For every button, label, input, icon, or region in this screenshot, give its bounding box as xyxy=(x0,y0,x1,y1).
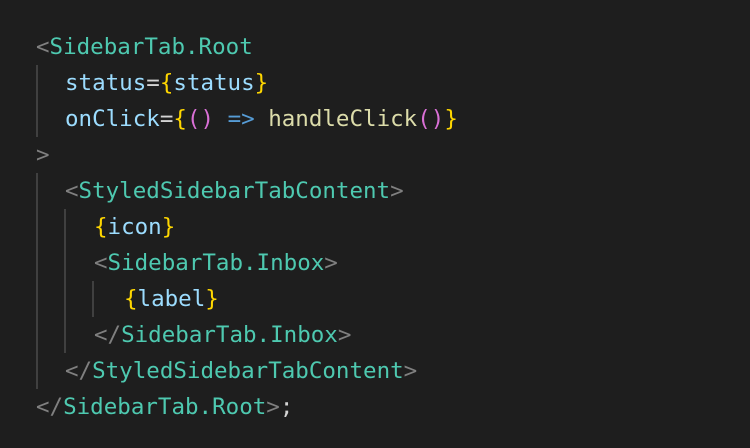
code-line-8[interactable]: {label} xyxy=(124,281,219,317)
tag-close-bracket: > xyxy=(36,142,50,168)
brace-open: { xyxy=(124,286,138,312)
component-name: StyledSidebarTabContent xyxy=(78,178,391,204)
variable-name: status xyxy=(173,70,255,96)
tag-open-bracket: < xyxy=(65,178,79,204)
brace-open: { xyxy=(173,106,187,132)
tag-close-bracket: > xyxy=(324,250,338,276)
paren-close: ) xyxy=(200,106,215,132)
paren-open: ( xyxy=(186,106,201,132)
tag-open-bracket: </ xyxy=(94,322,122,348)
variable-name: label xyxy=(137,286,206,312)
attribute-name: onClick xyxy=(65,106,160,132)
tag-open-bracket: < xyxy=(36,34,50,60)
code-line-6[interactable]: {icon} xyxy=(94,209,175,245)
component-name: SidebarTab.Root xyxy=(49,34,253,60)
arrow-operator: => xyxy=(227,106,255,132)
component-name: SidebarTab.Root xyxy=(63,394,267,420)
code-line-5[interactable]: <StyledSidebarTabContent> xyxy=(65,173,404,209)
equals-sign: = xyxy=(146,70,160,96)
tag-close-bracket: > xyxy=(403,358,418,384)
indent-guide xyxy=(64,209,66,353)
brace-close: } xyxy=(444,106,458,132)
function-name: handleClick xyxy=(268,106,418,132)
code-line-7[interactable]: <SidebarTab.Inbox> xyxy=(94,245,338,281)
component-name: SidebarTab.Inbox xyxy=(107,250,325,276)
tag-close-bracket: > xyxy=(390,178,404,204)
code-line-9[interactable]: </SidebarTab.Inbox> xyxy=(94,317,351,353)
indent-guide xyxy=(36,173,38,389)
code-line-4[interactable]: > xyxy=(36,137,50,173)
tag-open-bracket: </ xyxy=(36,394,64,420)
paren-open: ( xyxy=(417,106,431,132)
indent-guide xyxy=(36,65,38,137)
brace-open: { xyxy=(94,214,108,240)
tag-open-bracket: < xyxy=(94,250,108,276)
code-line-1[interactable]: <SidebarTab.Root xyxy=(36,29,253,65)
brace-close: } xyxy=(161,214,176,240)
component-name: StyledSidebarTabContent xyxy=(92,358,404,384)
component-name: SidebarTab.Inbox xyxy=(121,322,338,348)
tag-close-bracket: > xyxy=(337,322,352,348)
code-line-3[interactable]: onClick={() => handleClick()} xyxy=(65,101,458,137)
brace-open: { xyxy=(159,70,174,96)
code-editor[interactable]: <SidebarTab.Root status={status} onClick… xyxy=(0,0,750,448)
paren-close: ) xyxy=(430,106,445,132)
tag-open-bracket: </ xyxy=(65,358,93,384)
tag-close-bracket: > xyxy=(266,394,280,420)
code-line-10[interactable]: </StyledSidebarTabContent> xyxy=(65,353,417,389)
code-line-2[interactable]: status={status} xyxy=(65,65,268,101)
attribute-name: status xyxy=(65,70,147,96)
indent-guide xyxy=(92,281,94,317)
brace-close: } xyxy=(254,70,269,96)
variable-name: icon xyxy=(107,214,162,240)
brace-close: } xyxy=(205,286,219,312)
equals-sign: = xyxy=(159,106,174,132)
code-line-11[interactable]: </SidebarTab.Root>; xyxy=(36,389,293,425)
semicolon: ; xyxy=(279,394,294,420)
